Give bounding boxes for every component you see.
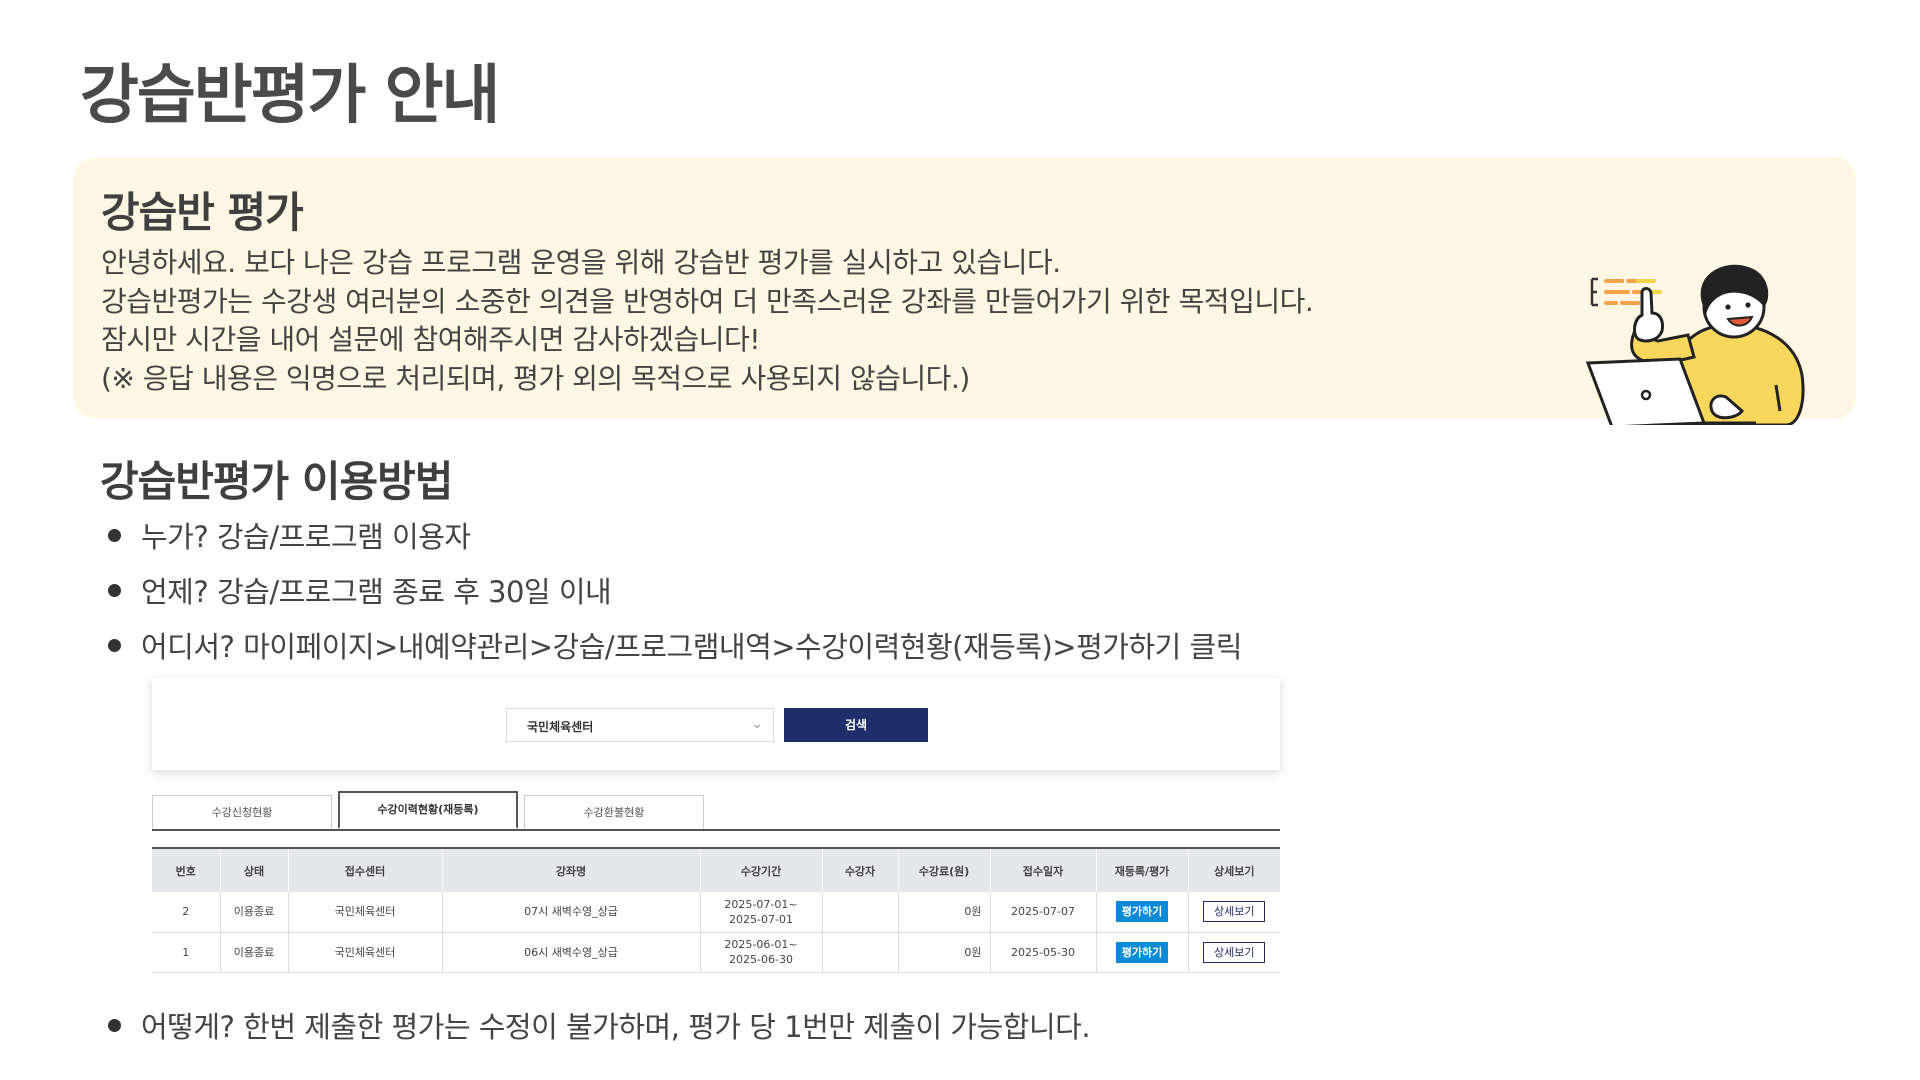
cell-student: [822, 892, 899, 933]
center-select[interactable]: 국민체육센터 ⌄: [506, 708, 774, 742]
cell-period: 2025-06-01~ 2025-06-30: [700, 932, 823, 973]
cell-no: 1: [152, 932, 221, 973]
column-header: 상태: [220, 847, 289, 892]
cell-center: 국민체육센터: [288, 932, 443, 973]
notice-line: (※ 응답 내용은 익명으로 처리되며, 평가 외의 목적으로 사용되지 않습니…: [101, 361, 970, 395]
notice-box: 강습반 평가 안녕하세요. 보다 나은 강습 프로그램 운영을 위해 강습반 평…: [74, 157, 1856, 425]
column-header: 수강료(원): [898, 847, 991, 892]
usage-bullet-when: 언제? 강습/프로그램 종료 후 30일 이내: [108, 569, 612, 611]
notice-title: 강습반 평가: [101, 188, 304, 237]
search-panel: 국민체육센터 ⌄ 검색: [152, 678, 1280, 770]
column-header: 수강기간: [700, 847, 823, 892]
table-row: 1 이용종료 국민체육센터 06시 새벽수영_상급 2025-06-01~ 20…: [152, 932, 1280, 973]
period-end: 2025-06-30: [729, 953, 793, 966]
person-with-laptop-pointing-icon: [1585, 264, 1805, 425]
table-header-row: 번호 상태 접수센터 강좌명 수강기간 수강자 수강료(원) 접수일자 재등록/…: [152, 847, 1280, 892]
usage-bullet-how: 어떻게? 한번 제출한 평가는 수정이 불가하며, 평가 당 1번만 제출이 가…: [108, 1004, 1091, 1046]
bullet-dot-icon: [108, 583, 121, 597]
column-header: 접수일자: [990, 847, 1097, 892]
usage-bullet-where: 어디서? 마이페이지>내예약관리>강습/프로그램내역>수강이력현황(재등록)>평…: [108, 624, 1242, 666]
tab-application-status[interactable]: 수강신청현황: [152, 795, 332, 829]
history-table: 번호 상태 접수센터 강좌명 수강기간 수강자 수강료(원) 접수일자 재등록/…: [152, 847, 1280, 973]
cell-student: [822, 932, 899, 973]
evaluate-button[interactable]: 평가하기: [1115, 901, 1169, 923]
cell-status: 이용종료: [220, 932, 289, 973]
period-end: 2025-07-01: [729, 912, 793, 926]
notice-line: 잠시만 시간을 내어 설문에 참여해주시면 감사하겠습니다!: [101, 323, 760, 356]
notice-line: 강습반평가는 수강생 여러분의 소중한 의견을 반영하여 더 만족스러운 강좌를…: [101, 284, 1314, 318]
cell-date: 2025-07-07: [990, 892, 1097, 933]
tab-refund-status[interactable]: 수강환불현황: [524, 795, 704, 829]
bullet-text: 누가? 강습/프로그램 이용자: [141, 520, 471, 554]
cell-detail: 상세보기: [1188, 892, 1280, 933]
cell-eval: 평가하기: [1096, 892, 1189, 933]
center-select-value: 국민체육센터: [527, 720, 594, 734]
usage-title: 강습반평가 이용방법: [100, 457, 453, 506]
cell-detail: 상세보기: [1188, 932, 1280, 973]
cell-fee: 0원: [898, 892, 991, 933]
cell-course: 06시 새벽수영_상급: [442, 932, 701, 973]
search-button[interactable]: 검색: [784, 708, 928, 742]
history-tabs: 수강신청현황 수강이력현황(재등록) 수강환불현황: [152, 791, 1280, 831]
bullet-text: 어디서? 마이페이지>내예약관리>강습/프로그램내역>수강이력현황(재등록)>평…: [141, 630, 1242, 664]
bullet-text: 언제? 강습/프로그램 종료 후 30일 이내: [141, 575, 612, 609]
usage-bullet-who: 누가? 강습/프로그램 이용자: [108, 514, 471, 556]
evaluate-button[interactable]: 평가하기: [1115, 941, 1169, 963]
notice-text: 안녕하세요. 보다 나은 강습 프로그램 운영을 위해 강습반 평가를 실시하고…: [101, 244, 1314, 398]
cell-date: 2025-05-30: [990, 932, 1097, 973]
embedded-screenshot: 국민체육센터 ⌄ 검색 수강신청현황 수강이력현황(재등록) 수강환불현황 번호…: [150, 678, 1282, 978]
cell-course: 07시 새벽수영_상급: [442, 892, 701, 933]
detail-button[interactable]: 상세보기: [1203, 941, 1266, 963]
column-header: 재등록/평가: [1096, 847, 1189, 892]
cell-fee: 0원: [898, 932, 991, 973]
page-title: 강습반평가 안내: [80, 59, 500, 133]
column-header: 접수센터: [288, 847, 443, 892]
notice-line: 안녕하세요. 보다 나은 강습 프로그램 운영을 위해 강습반 평가를 실시하고…: [101, 246, 1061, 279]
cell-no: 2: [152, 892, 221, 933]
tab-history-status[interactable]: 수강이력현황(재등록): [338, 791, 518, 829]
bullet-text: 어떻게? 한번 제출한 평가는 수정이 불가하며, 평가 당 1번만 제출이 가…: [141, 1010, 1091, 1044]
bullet-dot-icon: [108, 528, 121, 542]
cell-eval: 평가하기: [1096, 932, 1189, 973]
period-start: 2025-06-01~: [724, 938, 798, 951]
detail-button[interactable]: 상세보기: [1203, 901, 1266, 923]
column-header: 강좌명: [442, 847, 701, 892]
chevron-down-icon: ⌄: [751, 716, 763, 732]
column-header: 번호: [152, 847, 221, 892]
cell-period: 2025-07-01~ 2025-07-01: [700, 892, 823, 933]
period-start: 2025-07-01~: [724, 897, 798, 911]
bullet-dot-icon: [108, 1018, 121, 1032]
cell-status: 이용종료: [220, 892, 289, 933]
table-row: 2 이용종료 국민체육센터 07시 새벽수영_상급 2025-07-01~ 20…: [152, 892, 1280, 933]
column-header: 상세보기: [1188, 847, 1280, 892]
cell-center: 국민체육센터: [288, 892, 443, 933]
column-header: 수강자: [822, 847, 899, 892]
bullet-dot-icon: [108, 638, 121, 652]
